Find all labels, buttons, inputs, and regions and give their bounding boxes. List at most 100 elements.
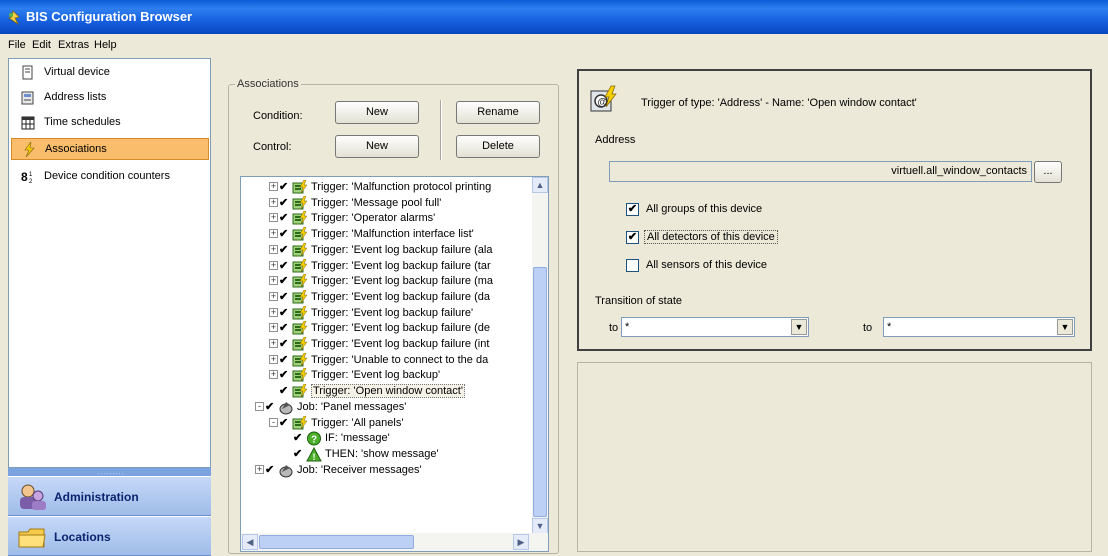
trigger-icon <box>292 242 308 258</box>
expand-icon[interactable]: + <box>269 370 278 380</box>
menu-extras[interactable]: Extras <box>58 39 89 51</box>
rename-button[interactable]: Rename <box>456 101 540 124</box>
trigger-icon <box>292 211 308 226</box>
tree-row[interactable]: + ✔ Trigger: 'Event log backup failure (ma <box>241 274 531 289</box>
tree-checkbox[interactable]: ✔ <box>279 385 290 397</box>
lightning-icon <box>24 142 35 157</box>
tree-checkbox[interactable]: ✔ <box>279 212 290 224</box>
trigger-icon <box>292 258 308 274</box>
dropdown-arrow-icon[interactable]: ▼ <box>1057 319 1073 335</box>
from-state-select[interactable]: * ▼ <box>621 317 809 337</box>
to-state-select[interactable]: * ▼ <box>883 317 1075 337</box>
expand-icon[interactable]: + <box>269 182 278 191</box>
menu-file[interactable]: File <box>8 39 26 51</box>
tree-row[interactable]: + ✔ Trigger: 'Event log backup' <box>241 368 531 383</box>
tree-row[interactable]: + ✔ Trigger: 'Message pool full' <box>241 195 531 211</box>
virtual-device-icon <box>22 65 33 80</box>
associations-tree[interactable]: + ✔ Trigger: 'Malfunction protocol printin… <box>240 176 549 552</box>
collapse-icon[interactable]: - <box>269 417 278 427</box>
nav-item-associations[interactable]: Associations <box>11 138 209 160</box>
expand-icon[interactable]: + <box>269 276 278 286</box>
tree-row-label: IF: 'message' <box>325 432 390 445</box>
expand-icon[interactable]: + <box>269 354 278 364</box>
new-condition-button[interactable]: New <box>335 101 419 124</box>
browse-address-button[interactable]: ... <box>1034 161 1062 183</box>
tree-checkbox[interactable]: ✔ <box>279 181 290 193</box>
tree-checkbox[interactable]: ✔ <box>279 417 290 429</box>
all-detectors-label: All detectors of this device <box>644 230 778 244</box>
tree-checkbox[interactable]: ✔ <box>265 401 276 413</box>
tree-row[interactable]: + ✔ Trigger: 'Event log backup failure (ta… <box>241 258 531 274</box>
tree-checkbox[interactable]: ✔ <box>279 197 290 209</box>
scroll-thumb-horizontal[interactable] <box>259 535 414 549</box>
dropdown-arrow-icon[interactable]: ▼ <box>791 319 807 335</box>
tree-checkbox[interactable]: ✔ <box>279 354 290 366</box>
expand-icon[interactable]: + <box>269 229 278 239</box>
tree-row[interactable]: ✔! THEN: 'show message' <box>241 446 531 462</box>
administration-button[interactable]: Administration <box>8 476 211 516</box>
expand-icon[interactable]: + <box>269 307 278 317</box>
tree-checkbox[interactable]: ✔ <box>265 464 276 476</box>
expand-icon[interactable]: + <box>269 213 278 223</box>
nav-item-address-lists[interactable]: Address lists <box>11 87 209 109</box>
tree-checkbox[interactable]: ✔ <box>279 260 290 272</box>
tree-row[interactable]: + ✔ Trigger: 'Malfunction interface list' <box>241 227 531 242</box>
tree-checkbox[interactable]: ✔ <box>279 307 290 319</box>
tree-horizontal-scrollbar[interactable]: ◀ ▶ <box>241 533 548 551</box>
new-control-button[interactable]: New <box>335 135 419 158</box>
tree-row[interactable]: ✔? IF: 'message' <box>241 431 531 446</box>
expand-icon[interactable]: + <box>269 339 278 348</box>
expand-icon[interactable]: + <box>255 464 264 474</box>
scroll-right-arrow-icon[interactable]: ▶ <box>513 534 529 550</box>
locations-button[interactable]: Locations <box>8 516 211 556</box>
tree-row[interactable]: ✔ Trigger: 'Open window contact' <box>241 384 531 399</box>
collapse-icon[interactable]: - <box>255 401 264 411</box>
menu-edit[interactable]: Edit <box>32 39 51 51</box>
expand-icon[interactable]: + <box>269 260 278 270</box>
tree-row[interactable]: + ✔ Trigger: 'Event log backup failure (de <box>241 321 531 336</box>
all-detectors-checkbox[interactable]: ✔ <box>626 231 639 244</box>
tree-row[interactable]: + ✔ Job: 'Receiver messages' <box>241 463 531 478</box>
scroll-left-arrow-icon[interactable]: ◀ <box>242 534 258 550</box>
expand-icon[interactable]: + <box>269 197 278 207</box>
tree-checkbox[interactable]: ✔ <box>279 291 290 303</box>
tree-row[interactable]: - ✔ Job: 'Panel messages' <box>241 400 531 415</box>
nav-item-time-schedules[interactable]: Time schedules <box>11 112 209 134</box>
tree-row[interactable]: + ✔ Trigger: 'Operator alarms' <box>241 211 531 226</box>
tree-checkbox[interactable]: ✔ <box>279 338 290 350</box>
menu-help[interactable]: Help <box>94 39 117 51</box>
tree-checkbox[interactable]: ✔ <box>293 432 304 444</box>
tree-checkbox[interactable]: ✔ <box>293 448 304 460</box>
trigger-icon <box>292 337 308 352</box>
delete-button[interactable]: Delete <box>456 135 540 158</box>
nav-item-virtual-device[interactable]: Virtual device <box>11 62 209 84</box>
tree-row[interactable]: + ✔ Trigger: 'Event log backup failure (in… <box>241 337 531 352</box>
tree-row[interactable]: + ✔ Trigger: 'Event log backup failure' <box>241 305 531 321</box>
tree-checkbox[interactable]: ✔ <box>279 244 290 256</box>
scroll-thumb[interactable] <box>533 267 547 517</box>
trigger-icon <box>292 274 308 289</box>
scroll-up-arrow-icon[interactable]: ▲ <box>532 177 548 193</box>
tree-vertical-scrollbar[interactable]: ▲ ▼ <box>532 177 548 534</box>
tree-row[interactable]: + ✔ Trigger: 'Event log backup failure (da <box>241 289 531 305</box>
tree-row[interactable]: + ✔ Trigger: 'Event log backup failure (al… <box>241 242 531 258</box>
expand-icon[interactable]: + <box>269 323 278 333</box>
splitter-grip[interactable]: ......... <box>8 468 211 476</box>
svg-text:!: ! <box>313 452 316 462</box>
address-field[interactable]: virtuell.all_window_contacts <box>609 161 1032 182</box>
all-sensors-checkbox[interactable] <box>626 259 639 272</box>
to-label-from: to <box>609 322 619 334</box>
tree-checkbox[interactable]: ✔ <box>279 275 290 287</box>
tree-row[interactable]: + ✔ Trigger: 'Unable to connect to the da <box>241 352 531 368</box>
scroll-down-arrow-icon[interactable]: ▼ <box>532 518 548 534</box>
expand-icon[interactable]: + <box>269 291 278 301</box>
tree-checkbox[interactable]: ✔ <box>279 369 290 381</box>
tree-row[interactable]: - ✔ Trigger: 'All panels' <box>241 415 531 431</box>
tree-checkbox[interactable]: ✔ <box>279 228 290 240</box>
tree-row[interactable]: + ✔ Trigger: 'Malfunction protocol printin… <box>241 180 531 195</box>
nav-item-device-condition-counters[interactable]: 812 Device condition counters <box>11 166 209 188</box>
all-groups-checkbox[interactable]: ✔ <box>626 203 639 216</box>
expand-icon[interactable]: + <box>269 244 278 254</box>
tree-checkbox[interactable]: ✔ <box>279 322 290 334</box>
svg-text:8: 8 <box>21 170 28 184</box>
